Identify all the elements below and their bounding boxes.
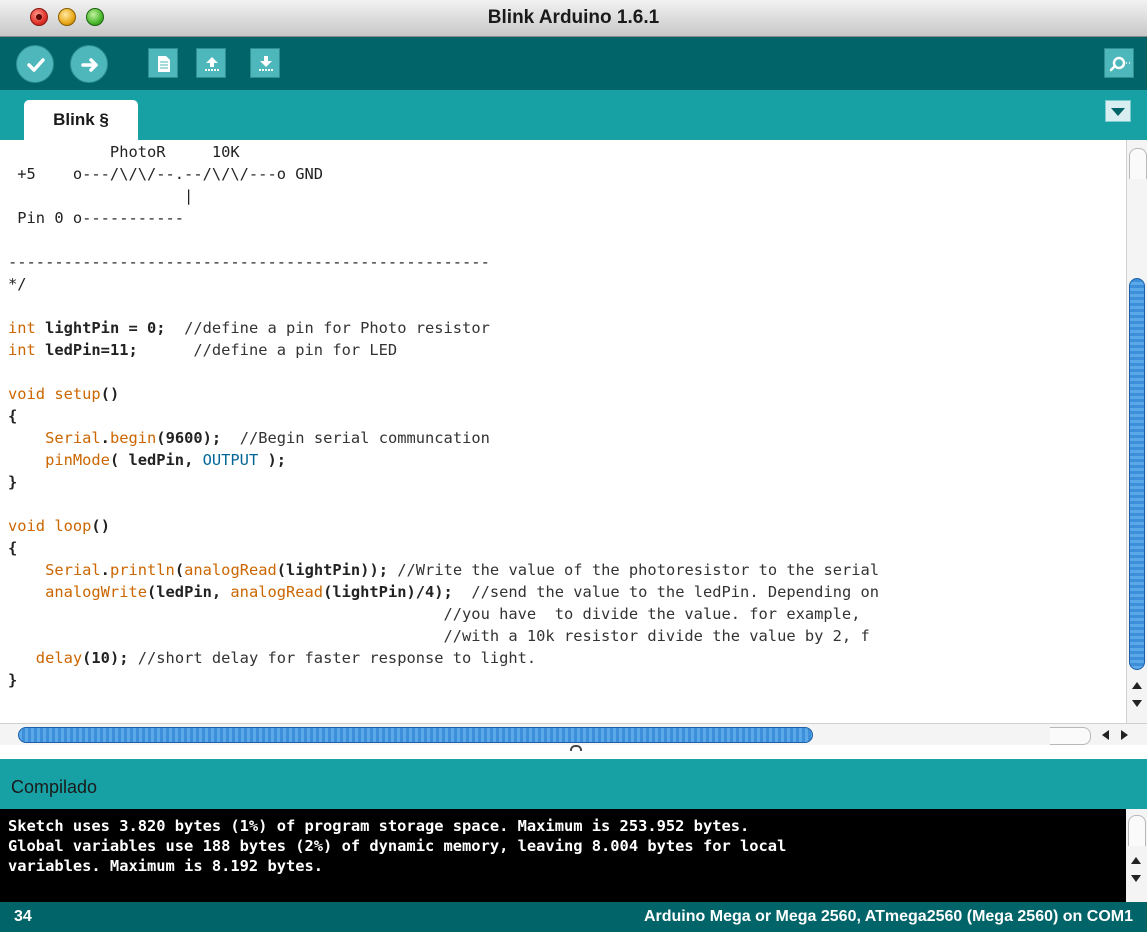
code-line: PhotoR 10K (8, 143, 240, 161)
code-token: Serial (8, 429, 101, 447)
save-arrow-down-icon (259, 56, 273, 71)
upload-button[interactable] (70, 45, 108, 83)
scroll-down-arrow-icon[interactable] (1131, 875, 1141, 882)
code-token: () (100, 385, 120, 403)
scroll-up-arrow-icon[interactable] (1131, 857, 1141, 864)
editor-horizontal-scrollbar[interactable] (0, 723, 1147, 745)
code-token: analogWrite (8, 583, 147, 601)
scroll-up-arrow-icon[interactable] (1132, 682, 1142, 689)
code-token: (ledPin, (147, 583, 231, 601)
tab-blink[interactable]: Blink § (24, 100, 138, 140)
code-comment: //define a pin for LED (137, 341, 398, 359)
keyword-void: void (8, 517, 46, 535)
code-token: analogRead (184, 561, 277, 579)
code-token: pinMode (8, 451, 110, 469)
keyword-int: int (8, 319, 36, 337)
splitter-grip-icon[interactable] (570, 745, 582, 751)
function-setup: setup (45, 385, 101, 403)
code-token: . (100, 429, 110, 447)
serial-monitor-button[interactable] (1104, 48, 1134, 78)
console-output-panel[interactable]: Sketch uses 3.820 bytes (1%) of program … (0, 809, 1147, 902)
console-status-label: Compilado (11, 777, 98, 797)
code-token: lightPin = 0; (35, 319, 166, 337)
code-brace: } (8, 671, 18, 689)
code-token: println (109, 561, 175, 579)
console-scrollbar[interactable] (1126, 809, 1147, 902)
code-token: () (91, 517, 110, 535)
code-comment: //send the value to the ledPin. Dependin… (452, 583, 880, 601)
code-line: ----------------------------------------… (8, 253, 490, 271)
code-token: delay (8, 649, 83, 667)
board-port-info: Arduino Mega or Mega 2560, ATmega2560 (M… (643, 908, 1133, 925)
scroll-down-arrow-icon[interactable] (1132, 700, 1142, 707)
code-token: . (100, 561, 110, 579)
code-comment: //Write the value of the photoresistor t… (387, 561, 880, 579)
scrollbar-track (1050, 727, 1091, 745)
code-comment: //with a 10k resistor divide the value b… (8, 627, 870, 645)
code-line: Pin 0 o----------- (8, 209, 185, 227)
tab-menu-button[interactable] (1105, 100, 1131, 122)
verify-button[interactable] (16, 45, 54, 83)
code-token: ); (258, 451, 287, 469)
magnifier-icon (1109, 56, 1130, 72)
console-output-text: Sketch uses 3.820 bytes (1%) of program … (8, 817, 787, 875)
function-loop: loop (45, 517, 92, 535)
open-button[interactable] (196, 48, 226, 78)
code-token: ledPin=11; (35, 341, 138, 359)
keyword-void: void (8, 385, 46, 403)
checkmark-icon (27, 58, 45, 72)
code-line: +5 o---/\/\/--.--/\/\/---o GND (8, 165, 324, 183)
save-button[interactable] (250, 48, 280, 78)
code-brace: { (8, 407, 18, 425)
code-editor[interactable]: PhotoR 10K +5 o---/\/\/--.--/\/\/---o GN… (0, 140, 1126, 723)
code-token: begin (109, 429, 157, 447)
keyword-int: int (8, 341, 36, 359)
scroll-left-arrow-icon[interactable] (1102, 730, 1109, 740)
toolbar (0, 37, 1147, 90)
code-token: ( (174, 561, 185, 579)
code-brace: { (8, 539, 18, 557)
tab-bar: Blink § (0, 90, 1147, 140)
code-line: | (8, 187, 194, 205)
status-bar: 34 Arduino Mega or Mega 2560, ATmega2560… (0, 902, 1147, 932)
code-comment: //you have to divide the value. for exam… (8, 605, 861, 623)
new-document-icon (158, 56, 170, 72)
code-token: OUTPUT (202, 451, 259, 469)
code-comment: //short delay for faster response to lig… (128, 649, 537, 667)
pane-splitter[interactable] (0, 745, 1147, 759)
open-arrow-up-icon (205, 57, 219, 71)
code-line: */ (8, 275, 27, 293)
vertical-scroll-thumb[interactable] (1129, 278, 1145, 670)
code-text: PhotoR 10K +5 o---/\/\/--.--/\/\/---o GN… (0, 140, 1126, 691)
code-token: (9600); (156, 429, 222, 447)
window-title: Blink Arduino 1.6.1 (487, 7, 660, 28)
horizontal-scroll-thumb[interactable] (18, 727, 813, 743)
code-token: Serial (8, 561, 101, 579)
code-comment: //Begin serial communcation (221, 429, 490, 447)
code-token: analogRead (230, 583, 324, 601)
code-comment: //define a pin for Photo resistor (165, 319, 490, 337)
line-number: 34 (14, 908, 32, 925)
scrollbar-track (1128, 815, 1146, 846)
code-brace: } (8, 473, 18, 491)
code-token: (10); (82, 649, 129, 667)
arrow-right-icon (81, 58, 98, 72)
code-token: (lightPin)); (276, 561, 388, 579)
new-sketch-button[interactable] (148, 48, 178, 78)
console-header: Compilado (0, 759, 1147, 809)
code-token: ( ledPin, (109, 451, 203, 469)
scrollbar-track (1129, 148, 1147, 179)
scroll-right-arrow-icon[interactable] (1121, 730, 1128, 740)
editor-vertical-scrollbar[interactable] (1126, 140, 1147, 723)
code-token: (lightPin)/4); (323, 583, 453, 601)
title-bar: Blink Arduino 1.6.1 (0, 0, 1147, 37)
